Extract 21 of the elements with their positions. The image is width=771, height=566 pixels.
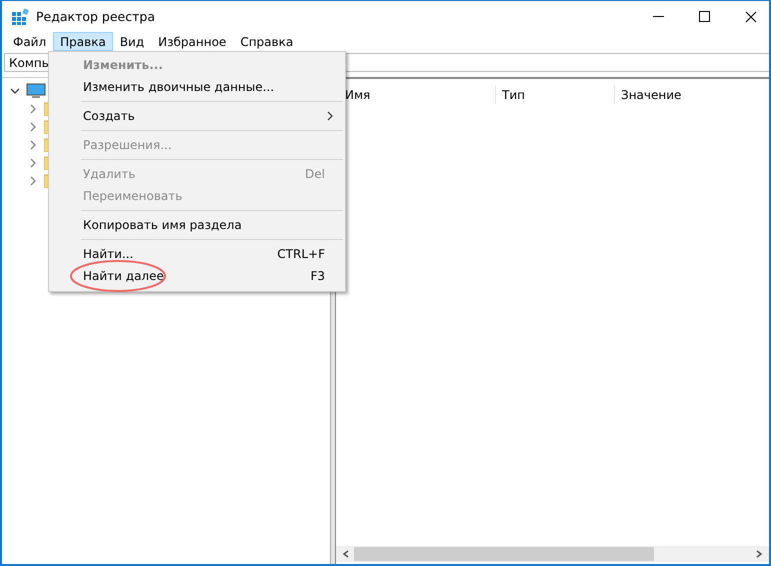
menu-bar-item[interactable]: Вид: [112, 32, 152, 51]
column-header[interactable]: Значение: [615, 85, 769, 104]
window-title: Редактор реестра: [36, 9, 155, 24]
computer-icon: [26, 83, 46, 99]
menu-bar-item[interactable]: Файл: [6, 32, 54, 51]
maximize-icon[interactable]: [699, 10, 711, 22]
menu-bar-item[interactable]: Справка: [233, 32, 300, 51]
minimize-icon[interactable]: [653, 16, 665, 18]
menu-item[interactable]: Найти... CTRL+F: [49, 243, 345, 265]
column-header[interactable]: Тип: [496, 85, 615, 104]
registry-editor-icon: [11, 8, 29, 26]
scroll-right-icon[interactable]: [755, 550, 763, 558]
chevron-icon[interactable]: [10, 86, 20, 96]
scroll-left-icon[interactable]: [342, 550, 350, 558]
menu-item[interactable]: Копировать имя раздела: [49, 214, 345, 236]
menu-bar-item[interactable]: Избранное: [151, 32, 234, 51]
menu-item[interactable]: Найти далее F3: [49, 265, 345, 287]
menu-item[interactable]: Создать: [49, 105, 345, 127]
menu-bar-item[interactable]: Правка: [53, 32, 113, 51]
close-icon[interactable]: [745, 10, 757, 22]
horizontal-scrollbar[interactable]: [336, 546, 769, 562]
